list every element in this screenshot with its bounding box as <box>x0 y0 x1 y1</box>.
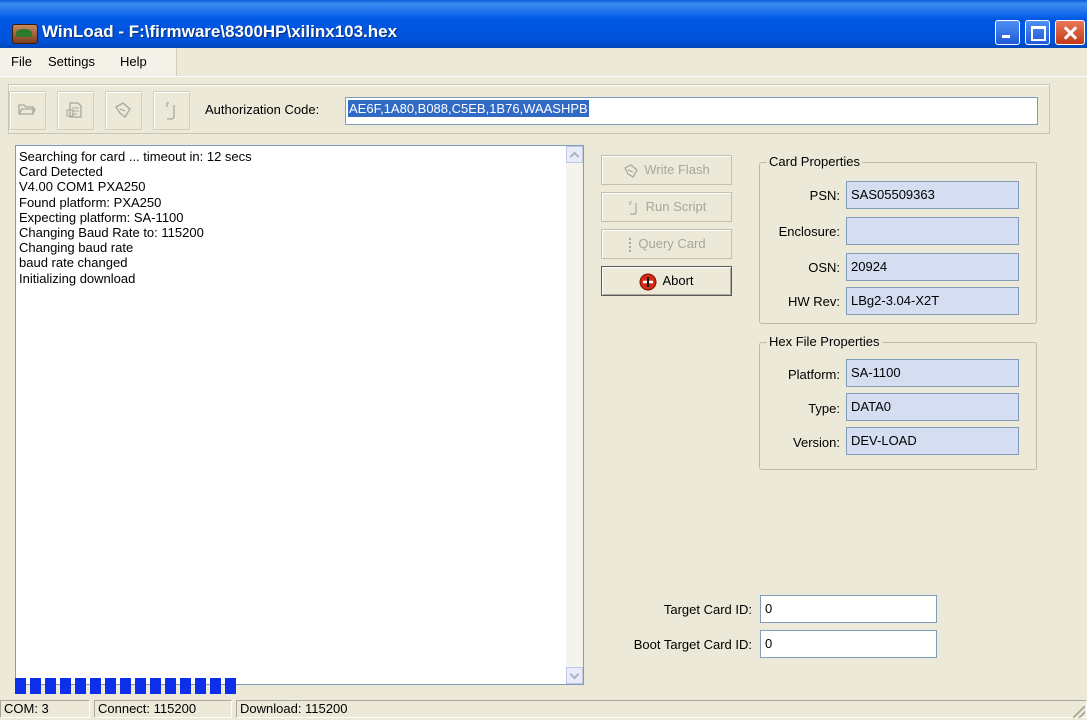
resize-grip-icon[interactable] <box>1073 706 1085 718</box>
authorization-code-label: Authorization Code: <box>205 102 320 117</box>
platform-label: Platform: <box>787 367 840 382</box>
title-bar[interactable]: WinLoad - F:\firmware\8300HP\xilinx103.h… <box>0 0 1087 48</box>
abort-button[interactable]: Abort <box>601 266 732 296</box>
open-button[interactable] <box>9 91 46 130</box>
progress-block <box>90 678 101 694</box>
type-field: DATA0 <box>846 393 1019 421</box>
log-line: Found platform: PXA250 <box>19 194 162 210</box>
progress-block <box>60 678 71 694</box>
write-flash-action-button[interactable]: Write Flash <box>601 155 732 185</box>
maximize-button[interactable] <box>1025 20 1050 45</box>
document-button[interactable] <box>57 91 94 130</box>
run-script-action-button[interactable]: Run Script <box>601 192 732 222</box>
authorization-code-input[interactable]: AE6F,1A80,B088,C5EB,1B76,WAASHPB <box>345 97 1038 125</box>
menu-separator <box>0 76 1087 77</box>
boot-target-card-id-input[interactable]: 0 <box>760 630 937 658</box>
authorization-code-value: AE6F,1A80,B088,C5EB,1B76,WAASHPB <box>348 100 589 117</box>
log-line: Changing Baud Rate to: 115200 <box>19 225 204 241</box>
type-label: Type: <box>808 401 840 416</box>
version-label: Version: <box>793 435 840 450</box>
query-card-action-button[interactable]: Query Card <box>601 229 732 259</box>
abort-icon <box>639 273 657 291</box>
hex-file-properties-title: Hex File Properties <box>767 334 882 349</box>
log-textarea[interactable]: Searching for card ... timeout in: 12 se… <box>15 145 584 685</box>
menu-settings[interactable]: Settings <box>48 54 95 69</box>
log-line: Expecting platform: SA-1100 <box>19 209 184 225</box>
log-line: Searching for card ... timeout in: 12 se… <box>19 149 252 164</box>
menu-bar: File Settings Help <box>0 48 1087 76</box>
log-line: baud rate changed <box>19 255 128 271</box>
target-card-id-input[interactable]: 0 <box>760 595 937 623</box>
progress-block <box>210 678 221 694</box>
run-script-icon <box>628 201 637 215</box>
progress-block <box>75 678 86 694</box>
psn-field: SAS05509363 <box>846 181 1019 209</box>
minimize-button[interactable] <box>995 20 1020 45</box>
log-line: Initializing download <box>19 270 136 286</box>
progress-block <box>105 678 116 694</box>
progress-block <box>15 678 26 694</box>
scroll-up-arrow-icon[interactable] <box>566 146 583 163</box>
progress-block <box>180 678 191 694</box>
menu-file[interactable]: File <box>11 54 32 69</box>
status-connect: Connect: 115200 <box>94 700 232 718</box>
target-card-id-label: Target Card ID: <box>663 602 752 617</box>
write-flash-button[interactable] <box>105 91 142 130</box>
log-line: Card Detected <box>19 164 103 180</box>
abort-label: Abort <box>662 273 694 288</box>
query-card-label: Query Card <box>638 236 706 251</box>
document-icon <box>66 102 82 118</box>
osn-field: 20924 <box>846 253 1019 281</box>
enclosure-field <box>846 217 1019 245</box>
close-button[interactable] <box>1055 20 1085 45</box>
progress-block <box>225 678 236 694</box>
boot-target-card-id-label: Boot Target Card ID: <box>633 637 752 652</box>
app-icon <box>12 24 38 44</box>
progress-block <box>135 678 146 694</box>
window-title: WinLoad - F:\firmware\8300HP\xilinx103.h… <box>42 22 398 41</box>
version-field: DEV-LOAD <box>846 427 1019 455</box>
progress-block <box>120 678 131 694</box>
progress-block <box>195 678 206 694</box>
open-icon <box>18 104 36 115</box>
status-bar: COM: 3 Connect: 115200 Download: 115200 <box>0 700 1087 720</box>
progress-block <box>30 678 41 694</box>
psn-label: PSN: <box>809 188 840 203</box>
query-card-icon <box>629 237 632 252</box>
log-scrollbar[interactable] <box>566 146 583 684</box>
status-download: Download: 115200 <box>236 700 1087 718</box>
run-script-icon <box>166 102 175 120</box>
status-com: COM: 3 <box>0 700 90 718</box>
run-script-button[interactable] <box>153 91 190 130</box>
progress-block <box>150 678 161 694</box>
card-properties-title: Card Properties <box>767 154 863 169</box>
download-progress-bar <box>15 678 815 698</box>
progress-block <box>165 678 176 694</box>
log-line: V4.00 COM1 PXA250 <box>19 179 146 195</box>
run-script-label: Run Script <box>645 199 707 214</box>
log-lines: Searching for card ... timeout in: 12 se… <box>19 149 559 286</box>
write-flash-icon <box>115 102 131 118</box>
enclosure-label: Enclosure: <box>778 224 840 239</box>
hw-rev-label: HW Rev: <box>788 294 840 309</box>
winload-window: WinLoad - F:\firmware\8300HP\xilinx103.h… <box>0 0 1087 720</box>
osn-label: OSN: <box>808 260 840 275</box>
hw-rev-field: LBg2-3.04-X2T <box>846 287 1019 315</box>
platform-field: SA-1100 <box>846 359 1019 387</box>
write-flash-label: Write Flash <box>644 162 710 177</box>
menu-help[interactable]: Help <box>120 54 147 69</box>
write-flash-icon <box>624 163 639 178</box>
progress-block <box>45 678 56 694</box>
log-line: Changing baud rate <box>19 240 134 256</box>
